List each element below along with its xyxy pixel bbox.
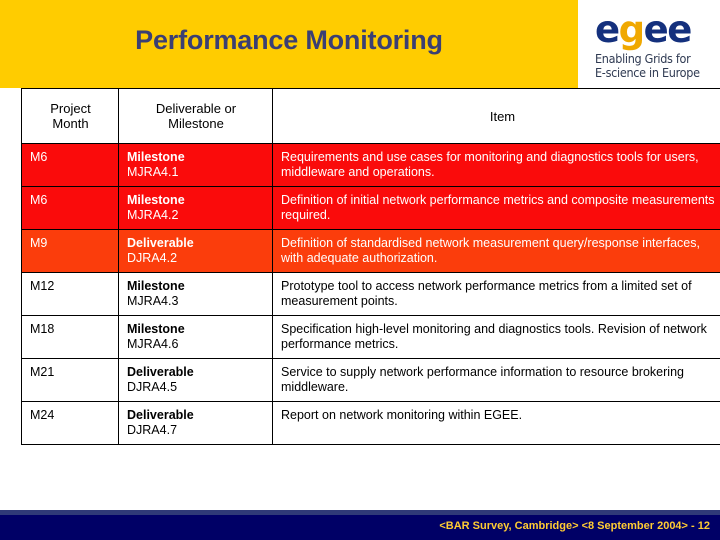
cell-project-month: M24 xyxy=(21,401,119,445)
cell-item: Service to supply network performance in… xyxy=(272,358,720,402)
table-header-row: Project Month Deliverable or Milestone I… xyxy=(21,88,720,144)
cell-type-code: MJRA4.3 xyxy=(127,294,179,308)
cell-type-name: Deliverable xyxy=(127,408,194,422)
column-header-type-line2: Milestone xyxy=(168,116,224,131)
milestone-table: Project Month Deliverable or Milestone I… xyxy=(21,88,720,445)
cell-project-month: M6 xyxy=(21,143,119,187)
cell-deliverable-or-milestone: Milestone MJRA4.3 xyxy=(118,272,273,316)
column-header-deliverable-or-milestone: Deliverable or Milestone xyxy=(118,88,273,144)
cell-deliverable-or-milestone: Milestone MJRA4.2 xyxy=(118,186,273,230)
cell-project-month: M18 xyxy=(21,315,119,359)
cell-deliverable-or-milestone: Deliverable DJRA4.7 xyxy=(118,401,273,445)
cell-type-name: Milestone xyxy=(127,322,185,336)
cell-project-month: M21 xyxy=(21,358,119,402)
cell-type-name: Milestone xyxy=(127,279,185,293)
cell-type-code: MJRA4.2 xyxy=(127,208,179,222)
egee-wordmark: egee xyxy=(595,11,713,48)
table-row: M9 Deliverable DJRA4.2 Definition of standa… xyxy=(21,229,720,273)
column-header-type-line1: Deliverable or xyxy=(155,101,237,116)
cell-type-name: Milestone xyxy=(127,150,185,164)
table-row: M6 Milestone MJRA4.2 Definition of initial … xyxy=(21,186,720,230)
cell-project-month: M12 xyxy=(21,272,119,316)
cell-project-month: M6 xyxy=(21,186,119,230)
page-title: Performance Monitoring xyxy=(135,25,443,55)
column-header-project-month-line1: Project xyxy=(50,101,91,116)
cell-type-code: MJRA4.1 xyxy=(127,165,179,179)
table-row: M21 Deliverable DJRA4.5 Service to supply n… xyxy=(21,358,720,402)
table-body: M6 Milestone MJRA4.1 Requirements and use c… xyxy=(21,143,720,445)
table-row: M12 Milestone MJRA4.3 Prototype tool to acc… xyxy=(21,272,720,316)
cell-deliverable-or-milestone: Deliverable DJRA4.5 xyxy=(118,358,273,402)
cell-type-name: Deliverable xyxy=(127,365,194,379)
table-row: M18 Milestone MJRA4.6 Specification high-le… xyxy=(21,315,720,359)
cell-item: Definition of initial network performanc… xyxy=(272,186,720,230)
cell-deliverable-or-milestone: Deliverable DJRA4.2 xyxy=(118,229,273,273)
cell-item: Prototype tool to access network perform… xyxy=(272,272,720,316)
cell-item: Definition of standardised network measu… xyxy=(272,229,720,273)
slide-header-band: Performance Monitoring xyxy=(0,0,578,88)
cell-project-month: M9 xyxy=(21,229,119,273)
egee-letter-g: g xyxy=(618,8,646,51)
egee-tagline-line1: Enabling Grids for xyxy=(595,51,691,66)
column-header-project-month: Project Month xyxy=(21,88,119,144)
cell-type-code: DJRA4.2 xyxy=(127,251,178,265)
egee-logo: egee Enabling Grids for E-science in Eur… xyxy=(595,11,713,86)
footer-bar: <BAR Survey, Cambridge> <8 September 200… xyxy=(0,515,720,540)
column-header-project-month-line2: Month xyxy=(52,116,89,131)
egee-tagline-line2: E-science in Europe xyxy=(595,65,700,80)
cell-item: Requirements and use cases for monitorin… xyxy=(272,143,720,187)
cell-deliverable-or-milestone: Milestone MJRA4.1 xyxy=(118,143,273,187)
cell-item: Report on network monitoring within EGEE… xyxy=(272,401,720,445)
cell-item: Specification high-level monitoring and … xyxy=(272,315,720,359)
footer-text: <BAR Survey, Cambridge> <8 September 200… xyxy=(439,520,710,532)
cell-type-code: DJRA4.7 xyxy=(127,423,178,437)
table-row: M24 Deliverable DJRA4.7 Report on network m… xyxy=(21,401,720,445)
column-header-item: Item xyxy=(272,88,720,144)
cell-type-name: Milestone xyxy=(127,193,185,207)
egee-letter-ee: ee xyxy=(643,8,693,51)
table-row: M6 Milestone MJRA4.1 Requirements and use c… xyxy=(21,143,720,187)
table-header: Project Month Deliverable or Milestone I… xyxy=(21,88,720,144)
cell-type-name: Deliverable xyxy=(127,236,194,250)
cell-type-code: MJRA4.6 xyxy=(127,337,179,351)
cell-type-code: DJRA4.5 xyxy=(127,380,178,394)
cell-deliverable-or-milestone: Milestone MJRA4.6 xyxy=(118,315,273,359)
egee-letter-e1: e xyxy=(595,8,620,51)
